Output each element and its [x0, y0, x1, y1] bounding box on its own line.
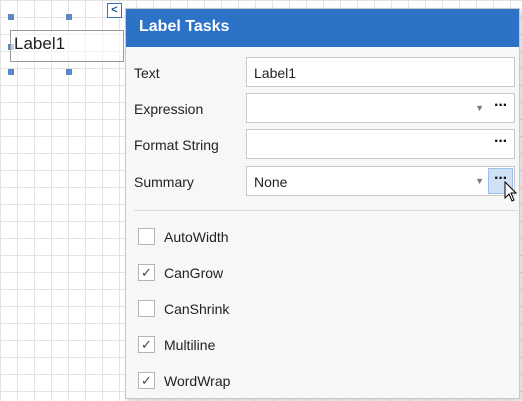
checkmark-icon: ✓ — [141, 373, 152, 388]
property-label: Format String — [134, 137, 219, 153]
property-label: Text — [134, 65, 160, 81]
report-label-control[interactable]: Label1 — [10, 30, 124, 62]
property-row-expression: Expression ▼ ··· — [134, 93, 518, 123]
property-label: Expression — [134, 101, 204, 117]
divider — [134, 210, 518, 211]
resize-handle[interactable] — [8, 14, 14, 20]
property-row-format-string: Format String ··· — [134, 129, 518, 159]
summary-value: None — [254, 174, 288, 190]
checkbox-multiline[interactable]: ✓ Multiline — [138, 334, 338, 356]
checkbox-autowidth[interactable]: AutoWidth — [138, 226, 338, 248]
checkbox-label: AutoWidth — [164, 229, 229, 245]
checkbox-label: Multiline — [164, 337, 216, 353]
checkbox-wordwrap[interactable]: ✓ WordWrap — [138, 370, 338, 392]
checkbox-box[interactable]: ✓ — [138, 264, 155, 281]
mouse-pointer-icon — [504, 181, 518, 202]
expression-input[interactable]: ▼ ··· — [246, 93, 515, 123]
checkbox-box[interactable] — [138, 228, 155, 245]
format-string-input[interactable]: ··· — [246, 129, 515, 159]
text-input[interactable]: Label1 — [246, 57, 515, 87]
checkbox-canshrink[interactable]: CanShrink — [138, 298, 338, 320]
label-tasks-panel: Label Tasks Text Label1 Expression ▼ ···… — [125, 8, 520, 399]
summary-select[interactable]: None ▼ ··· — [246, 166, 515, 196]
ellipsis-button[interactable]: ··· — [494, 133, 508, 151]
property-row-summary: Summary None ▼ ··· — [134, 166, 518, 196]
panel-title: Label Tasks — [126, 9, 519, 47]
ellipsis-button[interactable]: ··· — [494, 97, 508, 115]
resize-handle[interactable] — [66, 69, 72, 75]
checkbox-box[interactable]: ✓ — [138, 336, 155, 353]
checkbox-label: WordWrap — [164, 373, 231, 389]
checkmark-icon: ✓ — [141, 265, 152, 280]
chevron-left-icon: < — [111, 4, 118, 16]
resize-handle[interactable] — [8, 69, 14, 75]
property-row-text: Text Label1 — [134, 57, 518, 87]
checkbox-box[interactable] — [138, 300, 155, 317]
checkbox-cangrow[interactable]: ✓ CanGrow — [138, 262, 338, 284]
resize-handle[interactable] — [66, 14, 72, 20]
smart-tag-button[interactable]: < — [107, 3, 122, 18]
checkmark-icon: ✓ — [141, 337, 152, 352]
property-label: Summary — [134, 174, 194, 190]
dropdown-arrow-icon[interactable]: ▼ — [475, 103, 484, 113]
checkbox-label: CanGrow — [164, 265, 224, 281]
checkbox-box[interactable]: ✓ — [138, 372, 155, 389]
dropdown-arrow-icon[interactable]: ▼ — [475, 176, 484, 186]
checkbox-label: CanShrink — [164, 301, 230, 317]
